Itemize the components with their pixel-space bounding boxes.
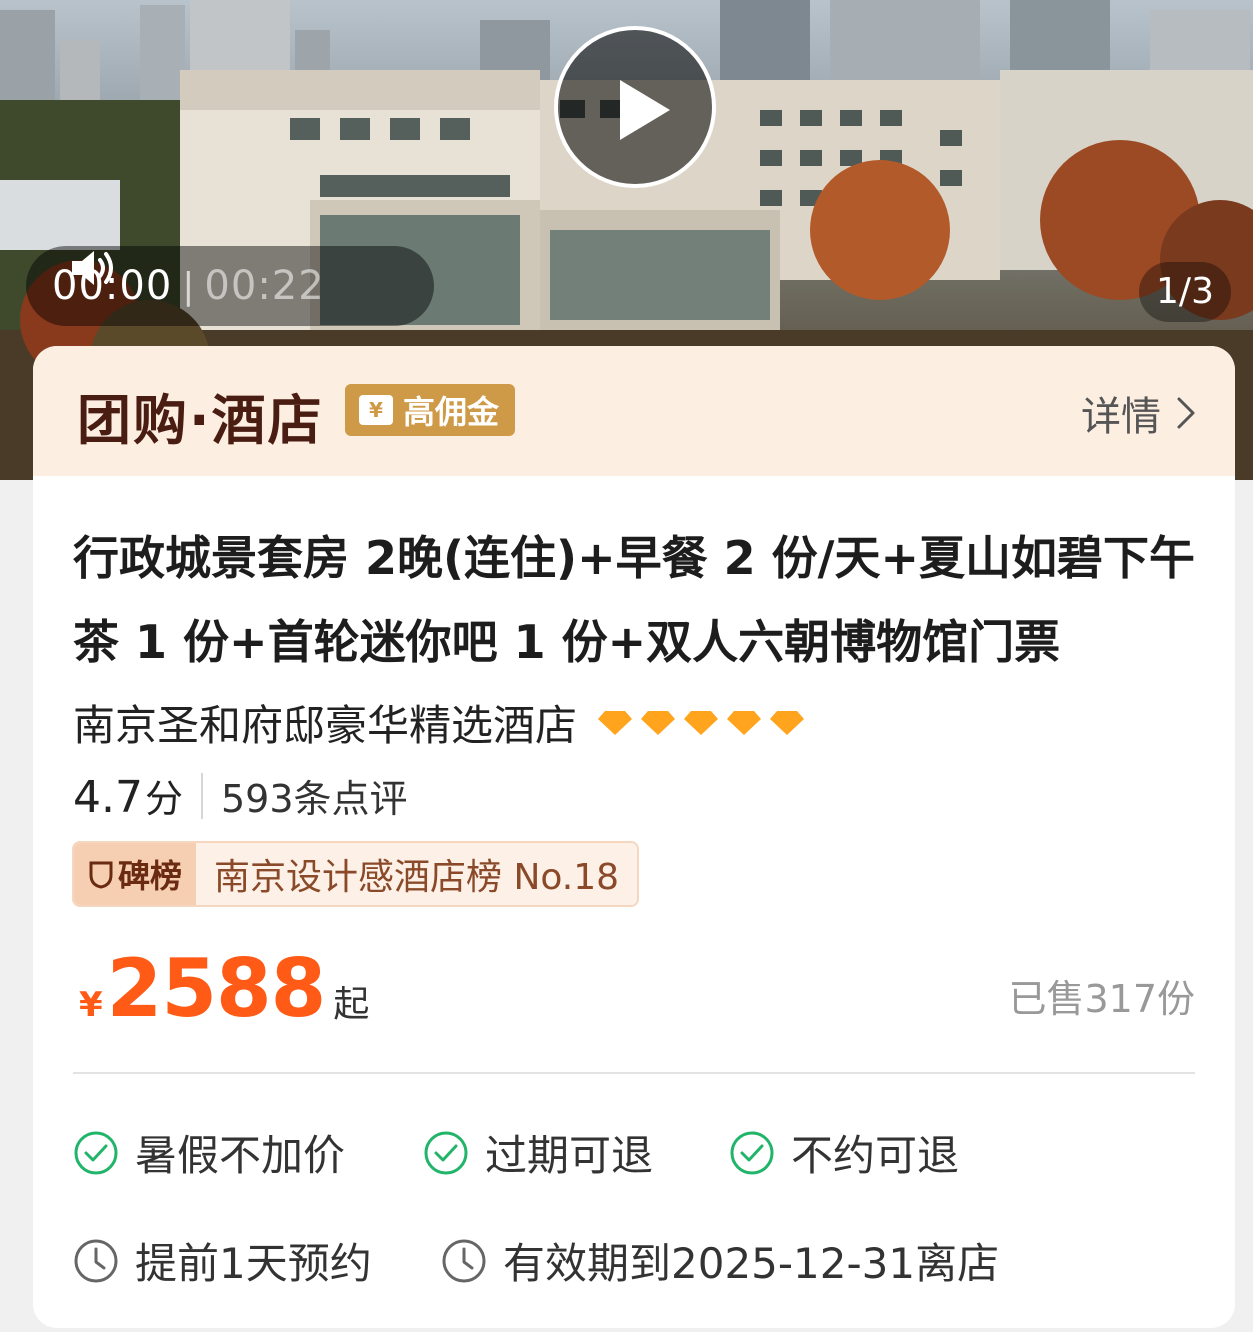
ranking-text: 南京设计感酒店榜 No.18 <box>196 843 638 905</box>
commission-badge: ¥ 高佣金 <box>345 384 516 436</box>
feature-label: 过期可退 <box>485 1131 654 1180</box>
clock-icon <box>442 1239 486 1282</box>
play-button[interactable] <box>554 26 716 188</box>
clock-icon <box>74 1239 118 1282</box>
video-total-time: 00:22 <box>204 263 325 309</box>
ranking-badge[interactable]: 碑榜 南京设计感酒店榜 No.18 <box>72 841 640 907</box>
check-circle-icon <box>74 1131 118 1174</box>
ranking-tag: 碑榜 <box>74 843 197 905</box>
detail-link[interactable]: 详情 <box>1081 384 1197 442</box>
wallet-icon: ¥ <box>359 395 393 425</box>
rating-divider <box>201 772 203 819</box>
commission-badge-label: 高佣金 <box>403 393 500 431</box>
check-circle-icon <box>730 1131 774 1174</box>
card-header: 团购·酒店 ¥ 高佣金 详情 <box>33 346 1235 476</box>
product-card[interactable]: 团购·酒店 ¥ 高佣金 详情 行政城景套房 2晚(连住)+早餐 2 份/天+夏山… <box>33 346 1235 1328</box>
divider <box>73 1072 1195 1074</box>
diamond-icon <box>684 710 719 735</box>
price-currency: ¥ <box>79 985 103 1025</box>
brand-title: 团购·酒店 <box>77 389 324 452</box>
hotel-diamond-rating <box>597 710 812 736</box>
feature-label: 提前1天预约 <box>135 1239 372 1288</box>
rating-score: 4.7 <box>73 772 143 823</box>
diamond-icon <box>598 710 633 735</box>
diamond-icon <box>641 710 676 735</box>
diamond-icon <box>770 710 805 735</box>
chevron-right-icon <box>1177 397 1195 429</box>
shield-icon <box>89 861 113 889</box>
check-circle-icon <box>424 1131 468 1174</box>
price-value: 2588 <box>106 942 327 1035</box>
feature-advance-booking: 提前1天预约 <box>73 1230 372 1291</box>
product-title[interactable]: 行政城景套房 2晚(连住)+早餐 2 份/天+夏山如碧下午茶 1 份+首轮迷你吧… <box>73 516 1203 684</box>
rating-row[interactable]: 4.7 分 593条点评 <box>73 768 408 823</box>
detail-label: 详情 <box>1081 394 1161 440</box>
price-row: ¥ 2588 起 <box>79 942 369 1035</box>
feature-expired-refund: 过期可退 <box>423 1122 653 1183</box>
feature-label: 暑假不加价 <box>135 1131 346 1180</box>
feature-unbooked-refund: 不约可退 <box>729 1122 959 1183</box>
review-count: 593条点评 <box>221 777 408 821</box>
time-separator: | <box>182 265 195 307</box>
feature-no-surcharge: 暑假不加价 <box>73 1122 345 1183</box>
feature-label: 有效期到2025-12-31离店 <box>503 1239 1000 1288</box>
ranking-tag-label: 碑榜 <box>118 857 183 895</box>
rating-score-unit: 分 <box>144 777 183 821</box>
video-controls: 00:00 | 00:22 <box>26 246 434 326</box>
price-suffix: 起 <box>333 984 370 1025</box>
hotel-name[interactable]: 南京圣和府邸豪华精选酒店 <box>73 692 577 753</box>
carousel-page-indicator: 1/3 <box>1139 262 1231 322</box>
feature-label: 不约可退 <box>791 1131 960 1180</box>
volume-icon[interactable] <box>68 246 120 290</box>
play-icon <box>620 80 670 140</box>
sold-count: 已售317份 <box>1008 977 1195 1021</box>
diamond-icon <box>727 710 762 735</box>
feature-validity: 有效期到2025-12-31离店 <box>441 1230 999 1291</box>
hotel-row: 南京圣和府邸豪华精选酒店 <box>73 692 812 753</box>
